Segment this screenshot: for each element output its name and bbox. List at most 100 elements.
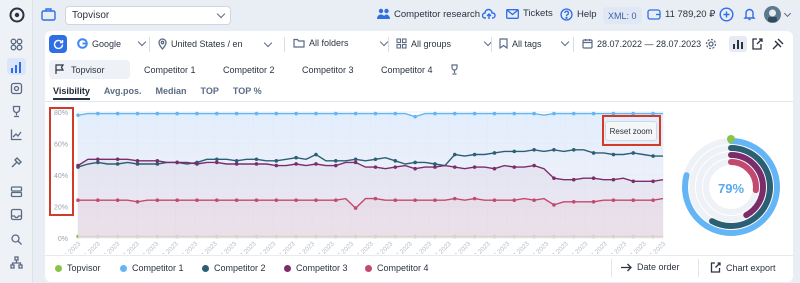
competitor-tab-3[interactable]: Competitor 3 xyxy=(296,60,360,79)
legend-item-topvisor[interactable]: Topvisor xyxy=(55,263,101,273)
data-point xyxy=(472,165,477,169)
chevron-down-icon xyxy=(783,9,792,17)
data-point xyxy=(294,111,298,116)
search-engine-select[interactable]: Google xyxy=(77,37,147,49)
chart-legend: Topvisor Competitor 1 Competitor 2 Compe… xyxy=(45,255,793,279)
trophy-icon[interactable] xyxy=(443,60,466,79)
project-selector[interactable]: Topvisor xyxy=(65,6,231,25)
data-point xyxy=(135,111,140,116)
cloud-upload-icon[interactable] xyxy=(482,8,496,20)
data-point xyxy=(373,111,378,116)
data-point xyxy=(452,165,457,169)
competitor-research-link[interactable]: Competitor research xyxy=(377,8,480,20)
data-point xyxy=(155,159,160,163)
inbox-icon[interactable] xyxy=(7,206,26,223)
positions-chart-icon[interactable] xyxy=(7,58,26,75)
arrow-right-icon xyxy=(621,263,632,271)
data-point xyxy=(651,154,655,158)
data-point xyxy=(413,198,417,202)
export-icon[interactable] xyxy=(751,38,763,50)
projects-briefcase-icon[interactable] xyxy=(41,7,56,21)
tab-visibility[interactable]: Visibility xyxy=(53,86,90,100)
trophy-icon[interactable] xyxy=(7,103,26,120)
data-point xyxy=(393,198,398,202)
filter-bar: Google United States / en All folders Al… xyxy=(45,31,793,58)
legend-item-competitor-4[interactable]: Competitor 4 xyxy=(365,263,429,273)
data-point xyxy=(234,159,239,163)
data-point xyxy=(254,111,259,116)
notifications-bell-icon[interactable] xyxy=(743,7,756,21)
tickets-link[interactable]: Tickets xyxy=(506,8,553,19)
data-point xyxy=(492,166,497,171)
data-point xyxy=(274,111,279,116)
competitor-tab-1[interactable]: Competitor 1 xyxy=(138,60,202,79)
tab-median[interactable]: Median xyxy=(156,86,187,100)
groups-select[interactable]: All groups xyxy=(396,37,493,49)
avatar[interactable] xyxy=(764,6,792,23)
people-icon xyxy=(377,8,390,19)
tab-top-percent[interactable]: TOP % xyxy=(233,86,262,100)
data-point xyxy=(433,162,437,166)
data-point xyxy=(373,157,378,162)
settings-gear-icon[interactable] xyxy=(705,38,717,50)
visibility-line-chart[interactable]: 0%20%40%60%80%28.06.202329.06.202330.06.… xyxy=(45,102,675,254)
y-axis-highlight xyxy=(49,107,74,216)
chart-export-button[interactable]: Chart export xyxy=(710,262,776,273)
dashboard-icon[interactable] xyxy=(7,36,26,53)
data-point xyxy=(234,198,239,202)
data-point xyxy=(76,198,80,202)
data-point xyxy=(353,157,358,162)
data-point xyxy=(492,151,497,155)
data-point xyxy=(472,152,477,157)
topvisor-logo-icon[interactable] xyxy=(7,6,26,23)
reset-zoom-highlight xyxy=(602,115,661,146)
tab-top[interactable]: TOP xyxy=(201,86,219,100)
top-bar: Topvisor Competitor research Tickets Hel… xyxy=(33,0,800,31)
data-point xyxy=(651,198,655,202)
tab-avg-pos[interactable]: Avg.pos. xyxy=(104,86,142,100)
data-point xyxy=(135,199,140,204)
data-point xyxy=(552,111,556,116)
tools-icon[interactable] xyxy=(772,38,784,50)
tools-icon[interactable] xyxy=(7,154,26,171)
balance[interactable]: 11 789,20 ₽ xyxy=(647,8,715,20)
data-point xyxy=(215,157,219,162)
data-point xyxy=(532,148,536,152)
bookmark-icon xyxy=(499,38,508,49)
help-link[interactable]: Help xyxy=(560,8,597,21)
donut-topvisor-dot xyxy=(727,135,735,143)
data-point xyxy=(254,198,259,202)
region-select[interactable]: United States / en xyxy=(158,38,272,50)
server-icon[interactable] xyxy=(7,183,26,200)
data-point xyxy=(135,159,140,163)
data-point xyxy=(353,160,358,165)
data-point xyxy=(234,162,239,166)
data-point xyxy=(512,149,517,154)
xml-counter[interactable]: XML: 0 xyxy=(603,7,642,24)
legend-item-competitor-1[interactable]: Competitor 1 xyxy=(120,263,184,273)
data-point xyxy=(115,198,120,202)
tags-select[interactable]: All tags xyxy=(499,37,569,49)
refresh-button[interactable] xyxy=(49,35,67,53)
audit-icon[interactable] xyxy=(7,231,26,248)
add-funds-icon[interactable] xyxy=(719,7,734,22)
data-point xyxy=(155,111,160,116)
legend-item-competitor-3[interactable]: Competitor 3 xyxy=(284,263,348,273)
date-range-select[interactable]: 28.07.2022 — 28.07.2023 xyxy=(582,38,701,49)
snapshots-icon[interactable] xyxy=(7,80,26,97)
wallet-icon xyxy=(647,9,661,20)
competitor-tab-topvisor[interactable]: Topvisor xyxy=(49,60,130,79)
sitemap-icon[interactable] xyxy=(7,254,26,271)
legend-item-competitor-2[interactable]: Competitor 2 xyxy=(202,263,266,273)
chart-view-icon[interactable] xyxy=(729,36,747,52)
date-order-button[interactable]: Date order xyxy=(621,262,680,272)
data-point xyxy=(195,162,199,166)
competitor-tab-2[interactable]: Competitor 2 xyxy=(217,60,281,79)
competitor-tab-4[interactable]: Competitor 4 xyxy=(375,60,439,79)
data-point xyxy=(215,198,219,202)
analytics-icon[interactable] xyxy=(7,126,26,143)
data-point xyxy=(452,152,457,157)
folders-select[interactable]: All folders xyxy=(293,37,388,48)
chevron-down-icon xyxy=(379,37,388,46)
data-point xyxy=(433,111,437,116)
